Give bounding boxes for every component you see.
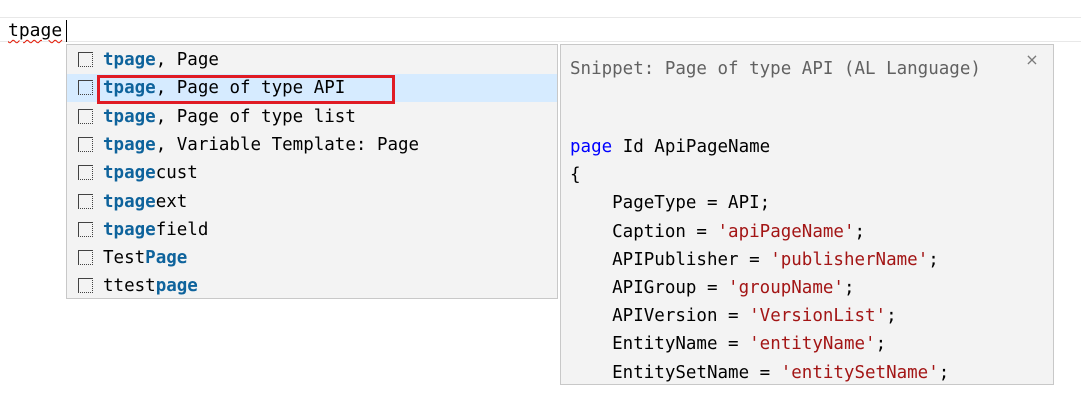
code-line: page Id ApiPageName [570, 133, 949, 161]
suggestion-label: tpagecust [103, 159, 198, 187]
text-cursor [66, 20, 67, 42]
suggestion-label-prefix: Test [103, 248, 146, 269]
snippet-icon [78, 221, 93, 237]
snippet-icon [78, 278, 93, 294]
suggestion-label-match: tpage [103, 106, 156, 127]
code-line: APIGroup = 'groupName'; [570, 274, 949, 302]
code-string: 'groupName' [728, 277, 844, 298]
close-icon[interactable]: × [1023, 51, 1041, 69]
suggestion-label-match: tpage [103, 191, 156, 212]
details-title: Snippet: Page of type API (AL Language) [570, 59, 981, 79]
suggestion-label-match: tpage [103, 163, 156, 184]
suggestion-label: tpage, Variable Template: Page [103, 131, 419, 159]
snippet-icon [78, 52, 93, 67]
suggestion-label: tpagefield [103, 216, 208, 244]
code-line: EntitySetName = 'entitySetName'; [570, 359, 950, 385]
suggestion-label-rest: ext [155, 191, 188, 212]
suggestion-item[interactable]: tpagefield [67, 216, 557, 244]
editor-current-line[interactable]: tpage [8, 20, 62, 42]
suggestion-label-rest: , Variable Template: Page [155, 134, 420, 155]
suggestion-label: TestPage [103, 244, 187, 272]
code-string: 'entitySetName' [780, 362, 939, 383]
snippet-icon [78, 108, 93, 124]
suggestion-item[interactable]: tpage, Page of type list [67, 103, 557, 131]
code-text: Id ApiPageName [612, 137, 771, 157]
suggestion-label-rest: , Page [155, 50, 219, 70]
code-line: { [570, 161, 949, 189]
suggestion-details-pane: Snippet: Page of type API (AL Language) … [560, 44, 1054, 385]
code-text: PageType = API; [570, 193, 771, 214]
suggestion-item[interactable]: tpagecust [67, 159, 557, 187]
snippet-icon [78, 250, 93, 266]
code-keyword: page [570, 137, 613, 157]
current-line-border-bottom [0, 41, 1081, 42]
snippet-icon [78, 80, 93, 96]
code-string: 'entityName' [749, 334, 876, 355]
suggestion-label-match: tpage [103, 50, 156, 70]
code-string: 'VersionList' [749, 306, 887, 327]
snippet-code: page Id ApiPageName { PageType = API; Cap… [570, 133, 950, 385]
code-text: APIPublisher = [570, 249, 771, 270]
code-line: APIVersion = 'VersionList'; [570, 302, 949, 330]
suggestion-label-rest: field [155, 219, 209, 240]
code-text: ; [854, 221, 866, 242]
suggestion-label: tpageext [103, 188, 187, 216]
suggestion-label-match: Page [145, 248, 188, 269]
code-text: ; [843, 277, 855, 298]
code-text: ; [886, 306, 897, 327]
code-text: ; [938, 362, 950, 383]
code-text: APIVersion = [570, 306, 750, 327]
editor-window: tpage tpage, Page tpage, Page of type API… [0, 0, 1081, 412]
code-text: APIGroup = [570, 277, 729, 298]
suggestion-label-rest: cust [155, 163, 198, 184]
suggestion-label-match: page [155, 276, 198, 297]
snippet-icon [78, 193, 93, 209]
suggestion-item[interactable]: tpageext [67, 188, 557, 216]
annotation-highlight-box [97, 75, 395, 104]
suggestion-label-match: tpage [103, 134, 156, 155]
code-line: APIPublisher = 'publisherName'; [570, 246, 949, 274]
suggestion-label: tpage, Page [103, 46, 219, 74]
suggestion-item[interactable]: tpage, Page [67, 46, 557, 74]
code-text: ; [875, 334, 887, 355]
suggestion-label-prefix: ttest [103, 276, 156, 297]
code-text: ; [928, 249, 939, 270]
code-string: 'apiPageName' [717, 221, 855, 242]
code-line: Caption = 'apiPageName'; [570, 218, 949, 246]
code-line: EntityName = 'entityName'; [570, 330, 949, 358]
code-line: PageType = API; [570, 189, 949, 217]
suggestion-label-match: tpage [103, 219, 156, 240]
suggestion-item[interactable]: tpage, Variable Template: Page [67, 131, 557, 159]
suggestion-label: ttestpage [103, 272, 198, 300]
suggestion-item[interactable]: TestPage [67, 244, 557, 272]
code-text: { [570, 165, 581, 186]
suggestion-label-rest: , Page of type list [155, 106, 356, 127]
suggestion-label: tpage, Page of type list [103, 103, 356, 131]
code-text: EntityName = [570, 334, 750, 355]
typed-text: tpage [8, 20, 63, 41]
snippet-icon [78, 136, 93, 152]
code-string: 'publisherName' [770, 249, 929, 270]
current-line-border-top [0, 17, 1081, 18]
code-text: Caption = [570, 221, 718, 242]
suggestion-item[interactable]: ttestpage [67, 272, 557, 300]
snippet-icon [78, 165, 93, 181]
code-text: EntitySetName = [570, 362, 781, 383]
